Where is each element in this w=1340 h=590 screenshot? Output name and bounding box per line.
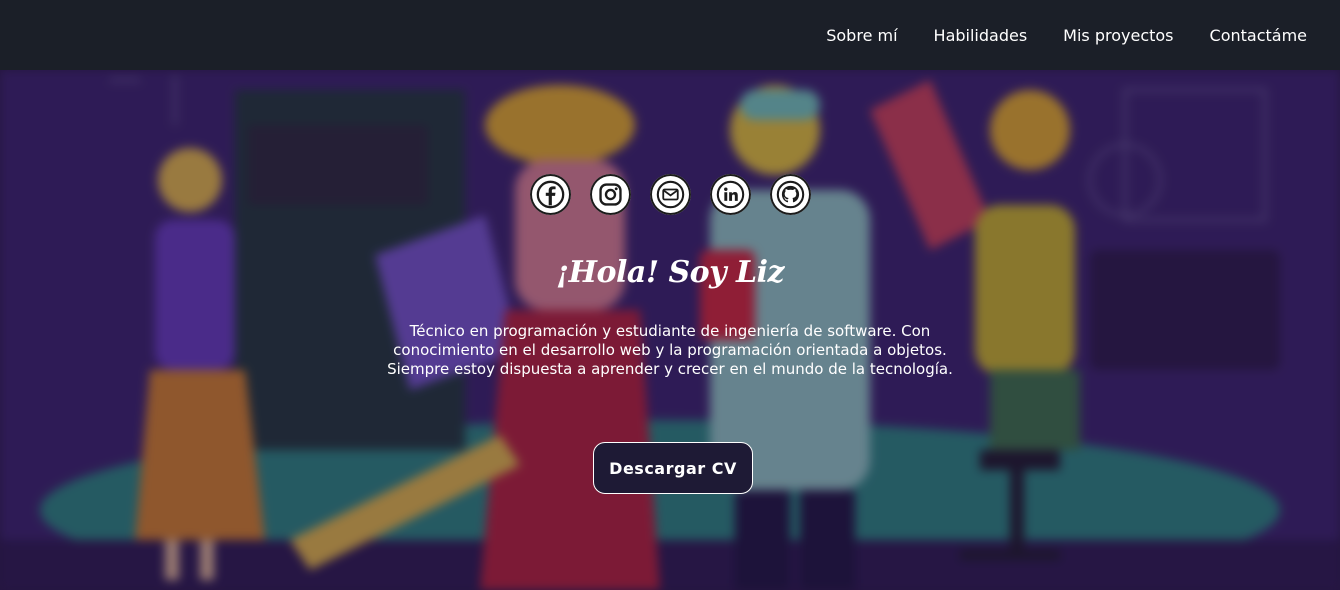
email-link[interactable] [649,174,691,215]
github-icon [776,180,804,209]
instagram-icon [598,183,622,206]
nav-link-projects[interactable]: Mis proyectos [1063,26,1173,45]
nav-link-about[interactable]: Sobre mí [826,26,897,45]
hero-bio-line: Técnico en programación y estudiante de … [409,322,931,340]
top-navbar: Sobre mí Habilidades Mis proyectos Conta… [0,0,1340,70]
hero-bio: Técnico en programación y estudiante de … [0,322,1340,379]
facebook-link[interactable] [529,174,571,215]
nav-link-contact[interactable]: Contactáme [1210,26,1307,45]
linkedin-icon [716,180,744,209]
download-cv-button[interactable]: Descargar CV [593,442,753,494]
hero-content: ¡Hola! Soy Liz Técnico en programación y… [0,70,1340,590]
instagram-link[interactable] [589,174,631,215]
hero-bio-line: Siempre estoy dispuesta a aprender y cre… [387,360,953,378]
nav-link-skills[interactable]: Habilidades [934,26,1028,45]
social-links [0,174,1340,215]
facebook-icon [536,180,564,209]
email-icon [656,180,684,209]
hero-section: ¡Hola! Soy Liz Técnico en programación y… [0,70,1340,590]
hero-greeting: ¡Hola! Soy Liz [555,255,785,290]
linkedin-link[interactable] [709,174,751,215]
hero-bio-line: conocimiento en el desarrollo web y la p… [393,341,947,359]
github-link[interactable] [769,174,811,215]
